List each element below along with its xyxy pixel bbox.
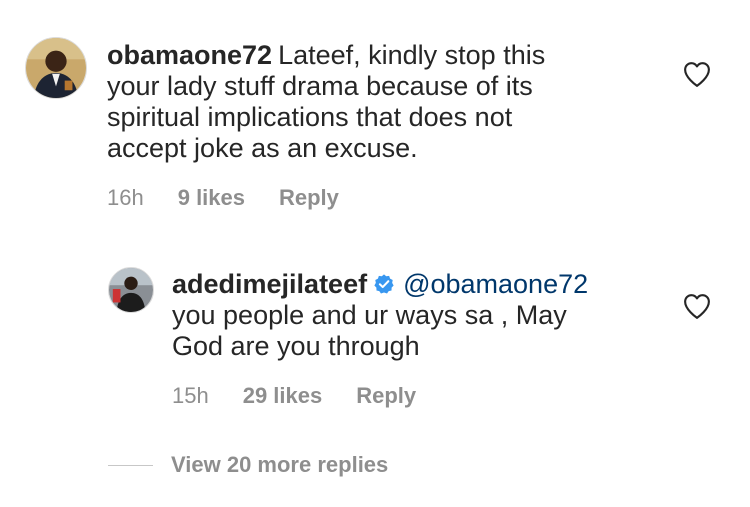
avatar[interactable] — [108, 267, 154, 313]
verified-badge-icon — [373, 273, 395, 295]
view-more-label: View 20 more replies — [171, 452, 389, 477]
heart-icon[interactable] — [682, 292, 712, 320]
comment-likes-button[interactable]: 9 likes — [178, 185, 245, 211]
reply-username[interactable]: adedimejilateef — [172, 269, 367, 299]
reply-body: adedimejilateef @obamaone72 you people an… — [172, 269, 632, 362]
comment-username[interactable]: obamaone72 — [107, 40, 272, 70]
mention-link[interactable]: @obamaone72 — [403, 269, 588, 299]
avatar-photo — [109, 268, 153, 312]
reply-likes-button[interactable]: 29 likes — [243, 383, 323, 409]
avatar[interactable] — [25, 37, 87, 99]
reply-text: you people and ur ways sa , May God are … — [172, 300, 567, 361]
view-more-divider — [108, 464, 153, 466]
heart-icon[interactable] — [682, 60, 712, 88]
reply-button[interactable]: Reply — [356, 383, 416, 409]
comments-thread: obamaone72 Lateef, kindly stop this your … — [0, 0, 750, 507]
comment-timestamp: 16h — [107, 185, 144, 210]
comment-meta: 16h 9 likes Reply — [107, 185, 339, 211]
avatar-photo — [26, 38, 86, 98]
reply-button[interactable]: Reply — [279, 185, 339, 211]
comment-body: obamaone72 Lateef, kindly stop this your … — [107, 40, 587, 164]
reply-timestamp: 15h — [172, 383, 209, 408]
reply-meta: 15h 29 likes Reply — [172, 383, 416, 409]
view-more-replies-button[interactable]: View 20 more replies — [108, 452, 388, 478]
